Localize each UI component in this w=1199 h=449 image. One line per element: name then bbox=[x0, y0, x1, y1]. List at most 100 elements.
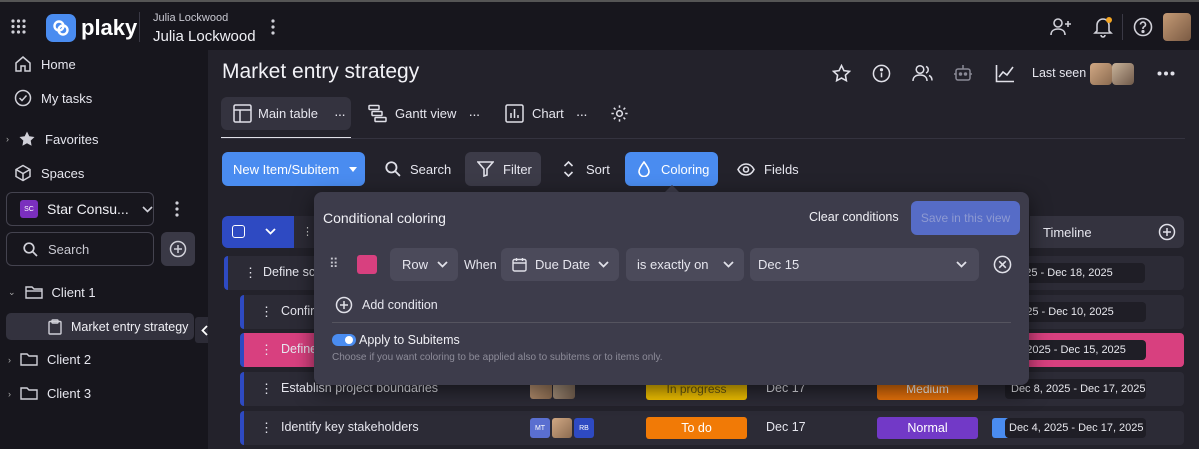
apps-grid-icon[interactable] bbox=[11, 19, 26, 34]
user-avatar[interactable] bbox=[1163, 13, 1191, 41]
sidebar-item-label: Home bbox=[41, 56, 76, 72]
apply-subitems-toggle[interactable] bbox=[332, 334, 356, 346]
search-button[interactable]: Search bbox=[385, 152, 451, 186]
avatar[interactable] bbox=[1112, 63, 1134, 85]
sidebar-item-active-board[interactable]: Market entry strategy bbox=[6, 313, 194, 340]
add-condition-button[interactable]: Add condition bbox=[335, 296, 438, 314]
sidebar-item-my-tasks[interactable]: My tasks bbox=[14, 89, 92, 107]
remove-condition-icon[interactable] bbox=[993, 255, 1012, 274]
invite-user-icon[interactable] bbox=[1050, 17, 1072, 37]
plus-circle-icon bbox=[335, 296, 353, 314]
select-all-checkbox[interactable] bbox=[232, 225, 245, 238]
sidebar-item-home[interactable]: Home bbox=[14, 55, 76, 73]
row-menu-icon[interactable]: ⋮ bbox=[260, 381, 273, 397]
operator-select[interactable]: is exactly on bbox=[626, 248, 744, 281]
conditional-coloring-popup: Conditional coloring Clear conditions Sa… bbox=[314, 192, 1029, 385]
workspace-more-icon[interactable] bbox=[270, 18, 276, 36]
row-menu-icon[interactable]: ⋮ bbox=[244, 265, 257, 281]
avatar[interactable] bbox=[1090, 63, 1112, 85]
view-settings-gear-icon[interactable] bbox=[610, 104, 629, 123]
divider bbox=[139, 12, 140, 42]
new-item-dropdown-icon[interactable] bbox=[341, 152, 365, 186]
assignee-badge[interactable]: MT bbox=[530, 418, 550, 438]
chevron-right-icon: › bbox=[8, 354, 11, 365]
sidebar-item-label: Favorites bbox=[45, 131, 99, 147]
chevron-down-icon bbox=[437, 261, 448, 268]
space-selector[interactable]: SC Star Consu... bbox=[6, 192, 154, 226]
add-column-button[interactable] bbox=[1150, 216, 1184, 248]
sidebar-folder-client-3[interactable]: › Client 3 bbox=[8, 386, 91, 401]
row-menu-icon[interactable]: ⋮ bbox=[260, 420, 273, 436]
clear-conditions-button[interactable]: Clear conditions bbox=[809, 210, 899, 224]
row-menu-icon[interactable]: ⋮ bbox=[260, 342, 273, 358]
drag-handle-icon[interactable]: ⋮ bbox=[302, 225, 313, 238]
plaky-logo-icon[interactable] bbox=[46, 14, 76, 42]
due-date[interactable]: Dec 17 bbox=[766, 420, 806, 434]
table-row[interactable]: ⋮ Identify key stakeholders MT RB To do … bbox=[240, 411, 1184, 445]
sort-button[interactable]: Sort bbox=[563, 152, 610, 186]
timeline-cell[interactable]: 3, 2025 - Dec 15, 2025 bbox=[1009, 340, 1146, 360]
save-in-view-button[interactable]: Save in this view bbox=[911, 201, 1020, 235]
priority-badge[interactable]: Normal bbox=[877, 417, 978, 439]
drag-handle-icon[interactable]: ⠿ bbox=[329, 256, 339, 272]
members-icon[interactable] bbox=[912, 64, 933, 83]
activity-chart-icon[interactable] bbox=[995, 64, 1015, 83]
table-header-controls bbox=[222, 216, 294, 248]
avatar[interactable] bbox=[552, 418, 572, 438]
row-name[interactable]: Define bbox=[281, 342, 317, 356]
help-icon[interactable] bbox=[1133, 17, 1153, 37]
space-more-icon[interactable] bbox=[174, 200, 180, 218]
tab-more-icon[interactable]: ··· bbox=[334, 106, 346, 122]
column-label: Timeline bbox=[1043, 224, 1092, 240]
add-condition-label: Add condition bbox=[362, 298, 438, 312]
board-more-icon[interactable] bbox=[1157, 71, 1175, 76]
sidebar-item-favorites[interactable]: › Favorites bbox=[6, 130, 98, 148]
apply-to-select[interactable]: Row bbox=[390, 248, 458, 281]
row-name[interactable]: Confir bbox=[281, 304, 314, 318]
timeline-column-header[interactable]: Timeline bbox=[1030, 216, 1150, 248]
chevron-down-icon[interactable] bbox=[265, 228, 276, 235]
color-swatch[interactable] bbox=[357, 255, 377, 274]
sidebar-folder-client-2[interactable]: › Client 2 bbox=[8, 352, 91, 367]
tab-main-table[interactable]: Main table ··· bbox=[221, 97, 351, 130]
automation-robot-icon[interactable] bbox=[953, 63, 973, 83]
divider bbox=[1122, 14, 1123, 40]
sidebar-folder-client-1[interactable]: ⌄ Client 1 bbox=[8, 285, 96, 300]
fields-button[interactable]: Fields bbox=[737, 152, 799, 186]
value-select[interactable]: Dec 15 bbox=[750, 248, 979, 281]
filter-button[interactable]: Filter bbox=[465, 152, 541, 186]
row-name[interactable]: Identify key stakeholders bbox=[281, 420, 419, 434]
chevron-right-icon: › bbox=[8, 388, 11, 399]
calendar-icon bbox=[512, 257, 527, 272]
workspace-name[interactable]: Julia Lockwood bbox=[153, 28, 256, 45]
folder-label: Client 1 bbox=[51, 285, 96, 300]
select-value: Due Date bbox=[535, 257, 590, 272]
new-item-button[interactable]: New Item/Subitem bbox=[222, 152, 365, 186]
tab-gantt-view[interactable]: Gantt view ··· bbox=[368, 104, 480, 123]
popup-title: Conditional coloring bbox=[323, 210, 446, 226]
tab-label: Gantt view bbox=[395, 106, 457, 121]
timeline-text: 3, 2025 - Dec 15, 2025 bbox=[1014, 344, 1126, 356]
row-menu-icon[interactable]: ⋮ bbox=[260, 304, 273, 320]
timeline-text: Dec 8, 2025 - Dec 17, 2025 bbox=[1011, 383, 1146, 395]
favorite-star-icon[interactable] bbox=[832, 64, 851, 83]
tab-more-icon[interactable]: ··· bbox=[468, 106, 480, 122]
timeline-cell[interactable]: 2025 - Dec 10, 2025 bbox=[1009, 302, 1146, 322]
field-select[interactable]: Due Date bbox=[501, 248, 619, 281]
assignee-badge[interactable]: RB bbox=[574, 418, 594, 438]
chevron-right-icon: › bbox=[6, 134, 9, 144]
select-value: Row bbox=[402, 257, 429, 272]
coloring-button[interactable]: Coloring bbox=[625, 152, 718, 186]
timeline-cell[interactable]: Dec 4, 2025 - Dec 17, 2025 bbox=[1005, 418, 1146, 438]
status-badge[interactable]: To do bbox=[646, 417, 747, 439]
tab-more-icon[interactable]: ··· bbox=[576, 106, 588, 122]
info-icon[interactable] bbox=[872, 64, 891, 83]
sidebar-search[interactable]: Search bbox=[6, 232, 154, 266]
notifications-icon[interactable] bbox=[1093, 16, 1113, 38]
add-button[interactable] bbox=[161, 232, 195, 266]
divider bbox=[332, 322, 1011, 323]
sidebar-item-spaces[interactable]: Spaces bbox=[14, 164, 84, 182]
search-icon bbox=[385, 161, 401, 177]
plus-circle-icon bbox=[169, 240, 187, 258]
tab-chart[interactable]: Chart ··· bbox=[505, 104, 588, 123]
